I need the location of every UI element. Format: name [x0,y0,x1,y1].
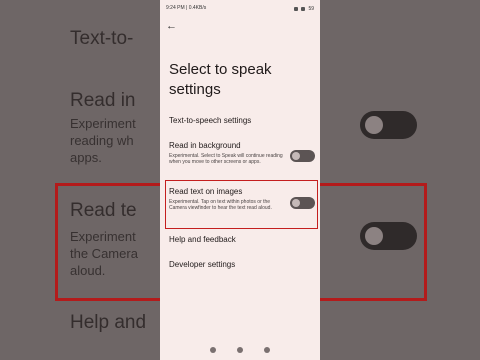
read-text-on-images-label[interactable]: Read text on images [169,187,242,196]
bg-toggle [360,222,417,250]
nav-recents-icon[interactable] [263,347,270,353]
bg-toggle [360,111,417,139]
bg-highlight-box [55,183,160,301]
signal-icon [294,7,299,11]
text-to-speech-settings-item[interactable]: Text-to-speech settings [169,116,251,125]
back-arrow-icon[interactable]: ← [166,20,177,32]
bg-text: reading wh [70,133,134,148]
read-in-background-label[interactable]: Read in background [169,141,241,150]
status-time: 9:24 PM | 0.4KB/s [166,5,207,11]
read-in-background-description: Experimental. Select to Speak will conti… [169,153,283,165]
developer-settings-item[interactable]: Developer settings [169,260,235,269]
bg-text: Text-to- [70,28,134,49]
phone-screen: 9:24 PM | 0.4KB/s 59 ← Select to speak s… [160,0,320,360]
navigation-bar [160,340,320,360]
read-text-on-images-toggle[interactable] [290,197,315,209]
battery-icon: 59 [308,6,314,12]
nav-home-icon[interactable] [236,347,243,353]
bg-text: apps. [70,150,102,165]
help-and-feedback-item[interactable]: Help and feedback [169,235,236,244]
status-icons: 59 [294,5,314,13]
background-zoom-left: Text-to- Read in Experiment reading wh a… [0,0,160,360]
read-in-background-toggle[interactable] [290,150,315,162]
bg-text: Experiment [70,116,136,131]
read-text-on-images-description: Experimental. Tap on text within photos … [169,199,272,211]
wifi-icon [301,7,306,11]
bg-text: Help and [70,312,147,333]
bg-text: Read in [70,90,136,111]
page-title: Select to speak settings [169,61,272,98]
status-bar: 9:24 PM | 0.4KB/s 59 [166,5,314,13]
background-zoom-right [320,0,480,360]
nav-back-icon[interactable] [210,347,217,353]
